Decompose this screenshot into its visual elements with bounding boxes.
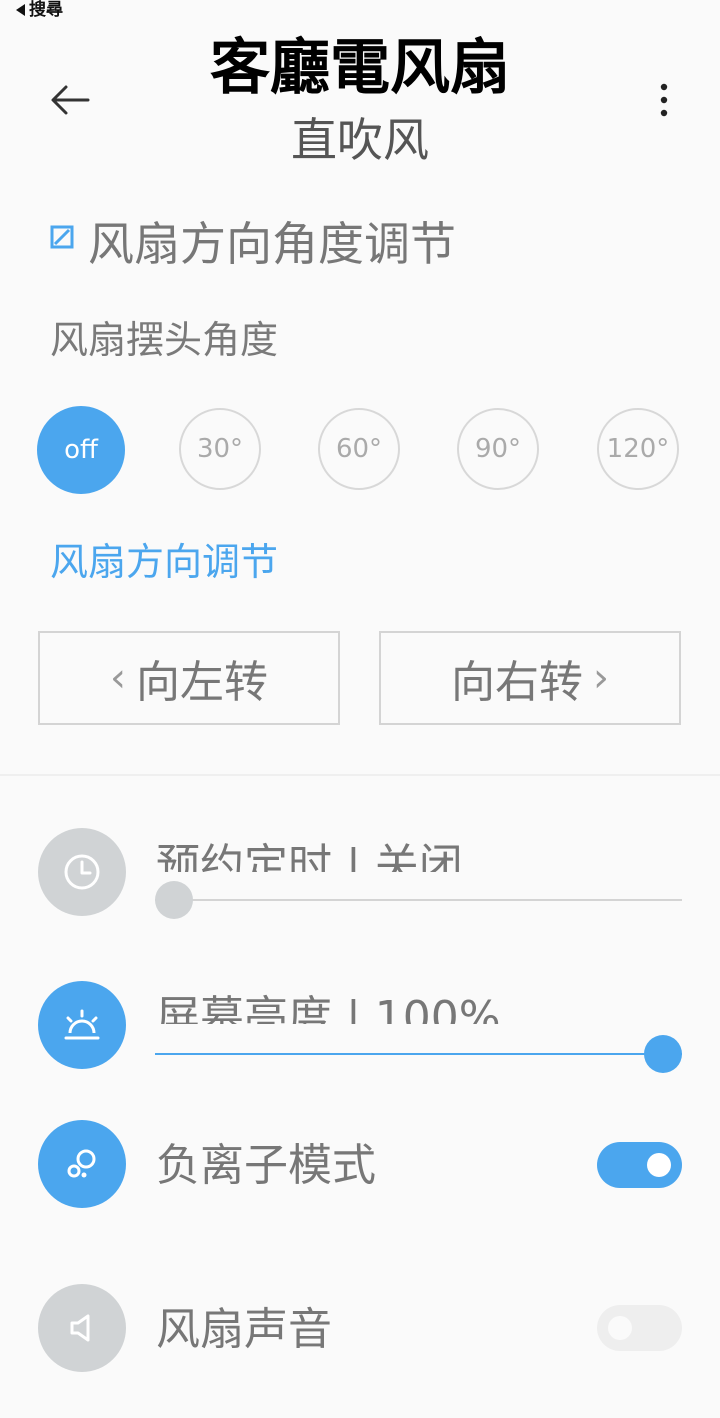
timer-icon-button[interactable]	[38, 828, 126, 916]
brightness-slider-knob[interactable]	[644, 1035, 682, 1073]
timer-label: 预约定时 | 关闭	[156, 840, 463, 872]
timer-label-clip: 预约定时 | 关闭	[156, 836, 676, 872]
bubbles-icon	[67, 1149, 96, 1178]
angle-option-90[interactable]: 90°	[457, 408, 539, 490]
page-title: 客廳電风扇	[210, 33, 510, 103]
back-triangle-icon	[16, 4, 25, 16]
back-to-app-link[interactable]: 搜尋	[16, 0, 63, 20]
turn-left-button[interactable]: ‹ 向左转	[38, 631, 340, 725]
back-button[interactable]	[40, 72, 100, 128]
brightness-slider-fill	[155, 1053, 682, 1055]
sunrise-icon	[64, 1009, 100, 1040]
angle-option-60[interactable]: 60°	[318, 408, 400, 490]
turn-left-label: 向左转	[136, 657, 268, 708]
brightness-label-clip: 屏幕亮度 | 100%	[156, 988, 676, 1024]
toggle-knob	[647, 1153, 671, 1177]
more-vertical-icon	[660, 83, 668, 117]
turn-right-label: 向右转	[451, 657, 583, 708]
brightness-slider-track[interactable]	[155, 1053, 682, 1055]
timer-slider-knob[interactable]	[155, 881, 193, 919]
ion-mode-label: 负离子模式	[156, 1140, 376, 1191]
turn-right-button[interactable]: 向右转 ›	[379, 631, 681, 725]
back-to-app-label: 搜尋	[29, 0, 63, 20]
swing-angle-label: 风扇摆头角度	[50, 318, 279, 362]
fan-sound-icon-button[interactable]	[38, 1284, 126, 1372]
chevron-right-icon: ›	[593, 655, 609, 701]
arrow-left-icon	[51, 85, 90, 115]
section-title-label: 风扇方向角度调节	[88, 217, 456, 271]
section-divider	[0, 774, 720, 776]
ion-mode-toggle[interactable]	[597, 1142, 682, 1188]
angle-option-off[interactable]: off	[37, 406, 125, 494]
section-title-direction: 风扇方向角度调节	[50, 212, 456, 276]
speaker-icon	[70, 1314, 90, 1342]
ion-mode-icon-button[interactable]	[38, 1120, 126, 1208]
brightness-label: 屏幕亮度 | 100%	[156, 992, 501, 1024]
toggle-knob	[608, 1316, 632, 1340]
timer-slider-track[interactable]	[155, 899, 682, 901]
edit-square-icon	[50, 225, 74, 249]
angle-option-120[interactable]: 120°	[597, 408, 679, 490]
brightness-icon-button[interactable]	[38, 981, 126, 1069]
page-subtitle: 直吹风	[291, 113, 429, 167]
clock-icon	[64, 854, 100, 890]
direction-adjust-label: 风扇方向调节	[50, 540, 279, 584]
angle-option-30[interactable]: 30°	[179, 408, 261, 490]
fan-sound-label: 风扇声音	[156, 1304, 332, 1355]
fan-sound-toggle[interactable]	[597, 1305, 682, 1351]
more-options-button[interactable]	[640, 72, 688, 128]
chevron-left-icon: ‹	[110, 655, 126, 701]
